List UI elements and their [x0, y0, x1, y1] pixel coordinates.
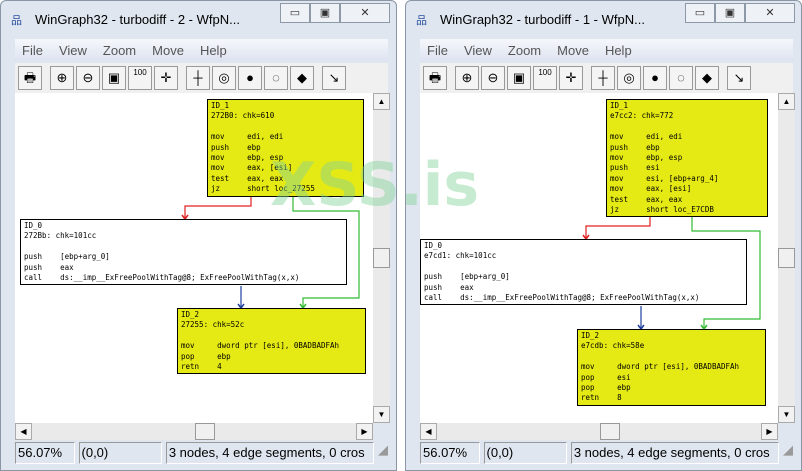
menu-help[interactable]: Help: [200, 43, 227, 58]
graph-node-id-1[interactable]: ID_1 272B0: chk=610 mov edi, edi push eb…: [207, 99, 364, 197]
menu-view[interactable]: View: [464, 43, 492, 58]
poly-fish-icon[interactable]: ◌: [669, 66, 693, 90]
menu-zoom[interactable]: Zoom: [508, 43, 541, 58]
graph-node-id-0[interactable]: ID_0 272Bb: chk=101cc push [ebp+arg_0] p…: [20, 219, 347, 286]
fit-icon[interactable]: ▣: [102, 66, 126, 90]
node-code: mov edi, edi push ebp mov ebp, esp mov e…: [211, 132, 315, 194]
node-header: ID_0 e7cd1: chk=101cc: [424, 241, 497, 261]
zoom-out-icon[interactable]: ⊖: [481, 66, 505, 90]
graph-node-id-1[interactable]: ID_1 e7cc2: chk=772 mov edi, edi push eb…: [606, 99, 768, 218]
vertical-scrollbar[interactable]: ▲ ▼: [373, 93, 390, 423]
status-info: 3 nodes, 4 edge segments, 0 cros: [570, 442, 779, 464]
node-code: mov dword ptr [esi], 0BADBADFAh pop ebp …: [181, 341, 340, 372]
graph-node-id-2[interactable]: ID_2 27255: chk=52c mov dword ptr [esi],…: [177, 308, 366, 375]
close-button[interactable]: ✕: [745, 3, 795, 23]
print-icon[interactable]: 🖶: [18, 66, 42, 90]
maximize-button[interactable]: ▣: [310, 3, 340, 23]
node-header: ID_0 272Bb: chk=101cc: [24, 221, 97, 241]
zoom-out-icon[interactable]: ⊖: [76, 66, 100, 90]
menu-zoom[interactable]: Zoom: [103, 43, 136, 58]
menu-file[interactable]: File: [22, 43, 43, 58]
node-header: ID_2 27255: chk=52c: [181, 310, 245, 330]
menu-move[interactable]: Move: [152, 43, 184, 58]
zoom-in-icon[interactable]: ⊕: [50, 66, 74, 90]
app-icon: 品: [11, 15, 22, 27]
minimize-button[interactable]: ▭: [685, 3, 715, 23]
edge-follow-icon[interactable]: ↘: [727, 66, 751, 90]
scroll-down-button[interactable]: ▼: [373, 406, 390, 423]
zoom-in-icon[interactable]: ⊕: [455, 66, 479, 90]
print-icon[interactable]: 🖶: [423, 66, 447, 90]
vertical-scrollbar[interactable]: ▲ ▼: [778, 93, 795, 423]
status-zoom: 56.07%: [15, 442, 75, 464]
app-icon: 品: [416, 15, 427, 27]
node-header: ID_1 272B0: chk=610: [211, 101, 275, 121]
status-coords: (0,0): [483, 442, 567, 464]
graph-node-id-2[interactable]: ID_2 e7cdb: chk=58e mov dword ptr [esi],…: [577, 329, 766, 406]
scroll-down-button[interactable]: ▼: [778, 406, 795, 423]
menu-file[interactable]: File: [427, 43, 448, 58]
minimize-button[interactable]: ▭: [280, 3, 310, 23]
horizontal-scrollbar[interactable]: ◀ ▶: [15, 423, 373, 440]
scroll-up-button[interactable]: ▲: [373, 93, 390, 110]
graph-edge: [585, 215, 651, 239]
graph-canvas[interactable]: ID_1 e7cc2: chk=772 mov edi, edi push eb…: [420, 93, 778, 423]
status-bar: 56.07% (0,0) 3 nodes, 4 edge segments, 0 c…: [15, 442, 388, 464]
node-code: push [ebp+arg_0] push eax call ds:__imp_…: [424, 272, 700, 303]
node-code: push [ebp+arg_0] push eax call ds:__imp_…: [24, 252, 300, 283]
maximize-button[interactable]: ▣: [715, 3, 745, 23]
scroll-up-button[interactable]: ▲: [778, 93, 795, 110]
node-code: mov edi, edi push ebp mov ebp, esp push …: [610, 132, 719, 215]
poly-fish-icon[interactable]: ◌: [264, 66, 288, 90]
menu-bar: File View Zoom Move Help: [420, 39, 793, 61]
menu-help[interactable]: Help: [605, 43, 632, 58]
scroll-right-button[interactable]: ▶: [761, 423, 778, 440]
scroll-left-button[interactable]: ◀: [420, 423, 437, 440]
close-button[interactable]: ✕: [340, 3, 390, 23]
horizontal-scrollbar[interactable]: ◀ ▶: [420, 423, 778, 440]
menu-move[interactable]: Move: [557, 43, 589, 58]
wingraph-window-1: 品 WinGraph32 - turbodiff - 2 - WfpN... ▭ ▣…: [0, 0, 397, 471]
north-icon[interactable]: ┼: [591, 66, 615, 90]
fit-icon[interactable]: ▣: [507, 66, 531, 90]
menu-view[interactable]: View: [59, 43, 87, 58]
status-bar: 56.07% (0,0) 3 nodes, 4 edge segments, 0 c…: [420, 442, 793, 464]
horizontal-scroll-thumb[interactable]: [195, 423, 215, 440]
poly-fish-filled-icon[interactable]: ◆: [290, 66, 314, 90]
status-zoom: 56.07%: [420, 442, 480, 464]
node-header: ID_2 e7cdb: chk=58e: [581, 331, 645, 351]
status-coords: (0,0): [78, 442, 162, 464]
north-icon[interactable]: ┼: [186, 66, 210, 90]
window-title: WinGraph32 - turbodiff - 1 - WfpN...: [440, 11, 645, 27]
toolbar: 🖶 ⊕ ⊖ ▣ 100 ✛ ┼ ◎ ● ◌ ◆ ↘: [15, 63, 388, 93]
fish-eye-filled-icon[interactable]: ●: [643, 66, 667, 90]
poly-fish-filled-icon[interactable]: ◆: [695, 66, 719, 90]
graph-edge: [184, 193, 252, 219]
center-icon[interactable]: ✛: [559, 66, 583, 90]
menu-bar: File View Zoom Move Help: [15, 39, 388, 61]
vertical-scroll-thumb[interactable]: [373, 248, 390, 268]
center-icon[interactable]: ✛: [154, 66, 178, 90]
fish-eye-icon[interactable]: ◎: [617, 66, 641, 90]
fish-eye-filled-icon[interactable]: ●: [238, 66, 262, 90]
resize-grip-icon[interactable]: ◢: [378, 442, 388, 464]
graph-node-id-0[interactable]: ID_0 e7cd1: chk=101cc push [ebp+arg_0] p…: [420, 239, 747, 306]
scroll-left-button[interactable]: ◀: [15, 423, 32, 440]
horizontal-scroll-thumb[interactable]: [600, 423, 620, 440]
wingraph-window-2: 品 WinGraph32 - turbodiff - 1 - WfpN... ▭ ▣…: [405, 0, 802, 471]
node-header: ID_1 e7cc2: chk=772: [610, 101, 674, 121]
status-info: 3 nodes, 4 edge segments, 0 cros: [165, 442, 374, 464]
node-code: mov dword ptr [esi], 0BADBADFAh pop esi …: [581, 362, 740, 403]
graph-canvas[interactable]: ID_1 272B0: chk=610 mov edi, edi push eb…: [15, 93, 373, 423]
toolbar: 🖶 ⊕ ⊖ ▣ 100 ✛ ┼ ◎ ● ◌ ◆ ↘: [420, 63, 793, 93]
vertical-scroll-thumb[interactable]: [778, 248, 795, 268]
edge-follow-icon[interactable]: ↘: [322, 66, 346, 90]
fish-eye-icon[interactable]: ◎: [212, 66, 236, 90]
window-title: WinGraph32 - turbodiff - 2 - WfpN...: [35, 11, 240, 27]
zoom-100-icon[interactable]: 100: [533, 66, 557, 90]
resize-grip-icon[interactable]: ◢: [783, 442, 793, 464]
scroll-right-button[interactable]: ▶: [356, 423, 373, 440]
zoom-100-icon[interactable]: 100: [128, 66, 152, 90]
